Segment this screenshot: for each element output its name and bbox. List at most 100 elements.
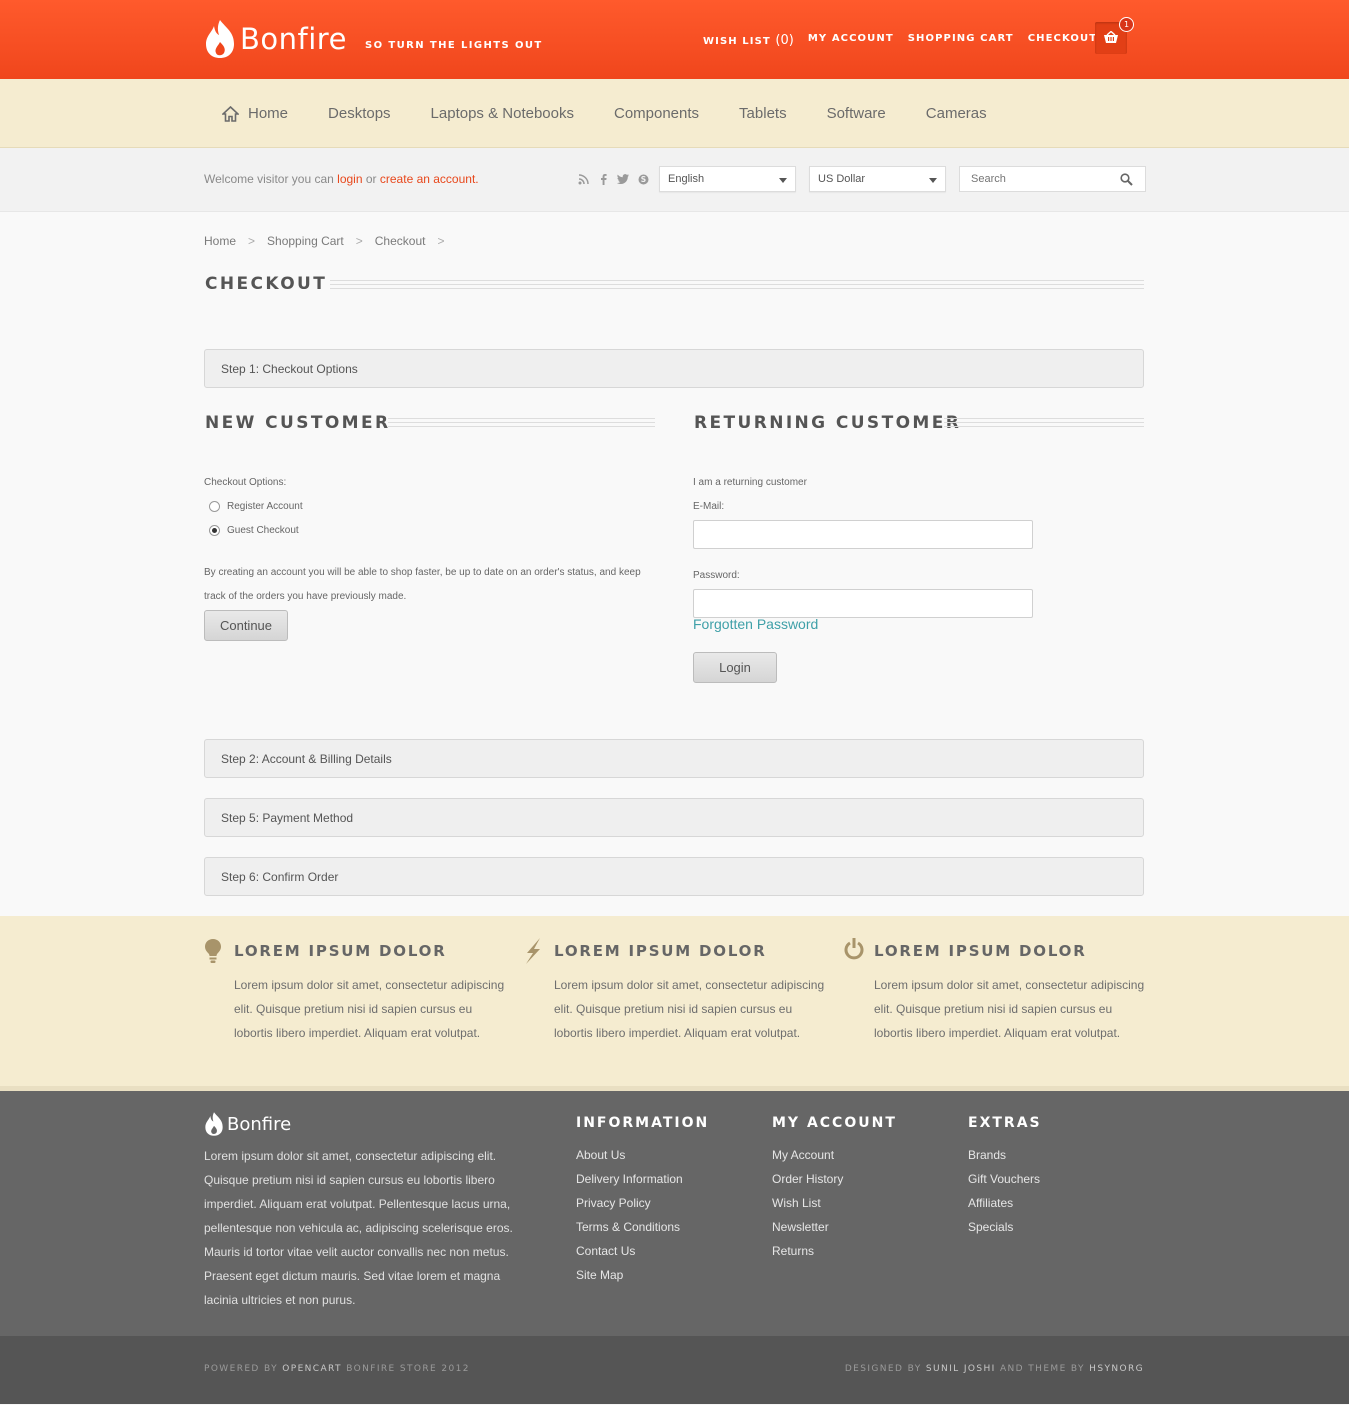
copyright-bar: POWERED BY OPENCART BONFIRE STORE 2012 D…	[0, 1336, 1349, 1404]
checkout-link[interactable]: CHECKOUT	[1028, 33, 1097, 48]
continue-button[interactable]: Continue	[204, 610, 288, 641]
new-customer-description: By creating an account you will be able …	[204, 567, 641, 602]
nav-item-cameras[interactable]: Cameras	[926, 105, 987, 122]
create-account-link[interactable]: create an account.	[380, 172, 479, 186]
footer-link-wish-list[interactable]: Wish List	[772, 1191, 897, 1215]
home-icon	[222, 105, 239, 122]
footer-link-privacy[interactable]: Privacy Policy	[576, 1191, 709, 1215]
breadcrumb-cart[interactable]: Shopping Cart	[267, 234, 344, 248]
nav-item-software[interactable]: Software	[827, 105, 886, 122]
power-icon	[844, 938, 864, 960]
skype-icon[interactable]: S	[637, 174, 649, 188]
email-field[interactable]	[693, 520, 1033, 549]
title-divider	[330, 280, 1144, 289]
search-box	[959, 166, 1146, 192]
footer-column-title: MY ACCOUNT	[772, 1115, 897, 1131]
step-2-billing-details[interactable]: Step 2: Account & Billing Details	[204, 739, 1144, 778]
password-field[interactable]	[693, 589, 1033, 618]
rss-icon[interactable]	[577, 174, 589, 188]
footer-my-account: MY ACCOUNT My Account Order History Wish…	[772, 1115, 897, 1263]
breadcrumb-checkout[interactable]: Checkout	[375, 234, 426, 248]
footer-link-order-history[interactable]: Order History	[772, 1167, 897, 1191]
feature-title: LOREM IPSUM DOLOR	[234, 942, 447, 960]
logo[interactable]: Bonfire	[204, 18, 347, 60]
breadcrumb-separator: >	[248, 234, 256, 248]
section-divider	[388, 418, 655, 427]
tagline: SO TURN THE LIGHTS OUT	[365, 40, 543, 51]
footer-link-gift-vouchers[interactable]: Gift Vouchers	[968, 1167, 1042, 1191]
facebook-icon[interactable]	[597, 174, 609, 188]
register-account-label[interactable]: Register Account	[227, 501, 303, 512]
footer-logo[interactable]: Bonfire	[204, 1111, 291, 1137]
footer-link-brands[interactable]: Brands	[968, 1143, 1042, 1167]
nav-item-home[interactable]: Home	[222, 105, 288, 122]
footer-link-affiliates[interactable]: Affiliates	[968, 1191, 1042, 1215]
forgotten-password-link[interactable]: Forgotten Password	[693, 616, 818, 632]
feature-text: Lorem ipsum dolor sit amet, consectetur …	[554, 978, 825, 1040]
footer-link-contact[interactable]: Contact Us	[576, 1239, 709, 1263]
login-button[interactable]: Login	[693, 652, 777, 683]
twitter-icon[interactable]	[617, 174, 629, 188]
feature-title: LOREM IPSUM DOLOR	[554, 942, 767, 960]
nav-item-laptops[interactable]: Laptops & Notebooks	[431, 105, 574, 122]
login-link[interactable]: login	[337, 172, 362, 186]
designed-by: DESIGNED BY SUNIL JOSHI AND THEME BY HSY…	[844, 1364, 1144, 1374]
wishlist-link[interactable]: WISH LIST (0)	[703, 33, 794, 48]
basket-icon	[1104, 31, 1118, 43]
guest-checkout-radio[interactable]	[209, 525, 220, 536]
brand-name: Bonfire	[240, 22, 347, 56]
footer-link-terms[interactable]: Terms & Conditions	[576, 1215, 709, 1239]
checkout-content: Home > Shopping Cart > Checkout > CHECKO…	[0, 212, 1349, 916]
footer-about: Lorem ipsum dolor sit amet, consectetur …	[204, 1149, 513, 1307]
powered-by: POWERED BY OPENCART BONFIRE STORE 2012	[204, 1364, 470, 1374]
flame-icon	[205, 1112, 223, 1136]
search-input[interactable]	[960, 167, 1110, 191]
bolt-icon	[526, 938, 540, 964]
footer-link-specials[interactable]: Specials	[968, 1215, 1042, 1239]
checkout-options-label: Checkout Options:	[204, 477, 287, 488]
social-links: S	[577, 174, 649, 188]
footer-link-newsletter[interactable]: Newsletter	[772, 1215, 897, 1239]
step-6-confirm-order[interactable]: Step 6: Confirm Order	[204, 857, 1144, 896]
nav-item-tablets[interactable]: Tablets	[739, 105, 787, 122]
cart-count-badge: 1	[1119, 17, 1134, 32]
nav-item-components[interactable]: Components	[614, 105, 699, 122]
guest-checkout-label[interactable]: Guest Checkout	[227, 525, 299, 536]
feature-title: LOREM IPSUM DOLOR	[874, 942, 1087, 960]
password-label: Password:	[693, 570, 740, 581]
shopping-cart-link[interactable]: SHOPPING CART	[908, 33, 1014, 48]
footer-link-my-account[interactable]: My Account	[772, 1143, 897, 1167]
currency-select[interactable]: US Dollar	[809, 166, 946, 192]
top-links: WISH LIST (0) MY ACCOUNT SHOPPING CART C…	[703, 33, 1097, 48]
opencart-link[interactable]: OPENCART	[282, 1364, 342, 1374]
step-1-checkout-options[interactable]: Step 1: Checkout Options	[204, 349, 1144, 388]
returning-customer-heading: RETURNING CUSTOMER	[694, 413, 962, 433]
register-account-radio[interactable]	[209, 501, 220, 512]
footer-link-sitemap[interactable]: Site Map	[576, 1263, 709, 1287]
flame-icon	[206, 20, 234, 58]
theme-author-link[interactable]: HSYNORG	[1089, 1364, 1144, 1374]
footer-link-delivery[interactable]: Delivery Information	[576, 1167, 709, 1191]
breadcrumb-home[interactable]: Home	[204, 234, 236, 248]
features-band: LOREM IPSUM DOLOR Lorem ipsum dolor sit …	[0, 916, 1349, 1091]
page-title: CHECKOUT	[205, 274, 328, 294]
footer-link-about[interactable]: About Us	[576, 1143, 709, 1167]
footer: Bonfire Lorem ipsum dolor sit amet, cons…	[0, 1091, 1349, 1336]
footer-brand: Bonfire	[227, 1113, 292, 1135]
search-icon[interactable]	[1120, 173, 1133, 186]
footer-information: INFORMATION About Us Delivery Informatio…	[576, 1115, 709, 1287]
main-nav: Home Desktops Laptops & Notebooks Compon…	[0, 79, 1349, 148]
language-select[interactable]: English	[659, 166, 796, 192]
feature-text: Lorem ipsum dolor sit amet, consectetur …	[874, 978, 1145, 1040]
footer-column-title: INFORMATION	[576, 1115, 710, 1131]
nav-item-desktops[interactable]: Desktops	[328, 105, 391, 122]
section-divider	[944, 418, 1144, 427]
breadcrumb: Home > Shopping Cart > Checkout >	[204, 234, 456, 248]
wishlist-count: (0)	[775, 33, 794, 48]
footer-extras: EXTRAS Brands Gift Vouchers Affiliates S…	[968, 1115, 1042, 1239]
footer-link-returns[interactable]: Returns	[772, 1239, 897, 1263]
step-5-payment-method[interactable]: Step 5: Payment Method	[204, 798, 1144, 837]
feature-text: Lorem ipsum dolor sit amet, consectetur …	[234, 978, 505, 1040]
designer-link[interactable]: SUNIL JOSHI	[926, 1364, 996, 1374]
my-account-link[interactable]: MY ACCOUNT	[808, 33, 894, 48]
